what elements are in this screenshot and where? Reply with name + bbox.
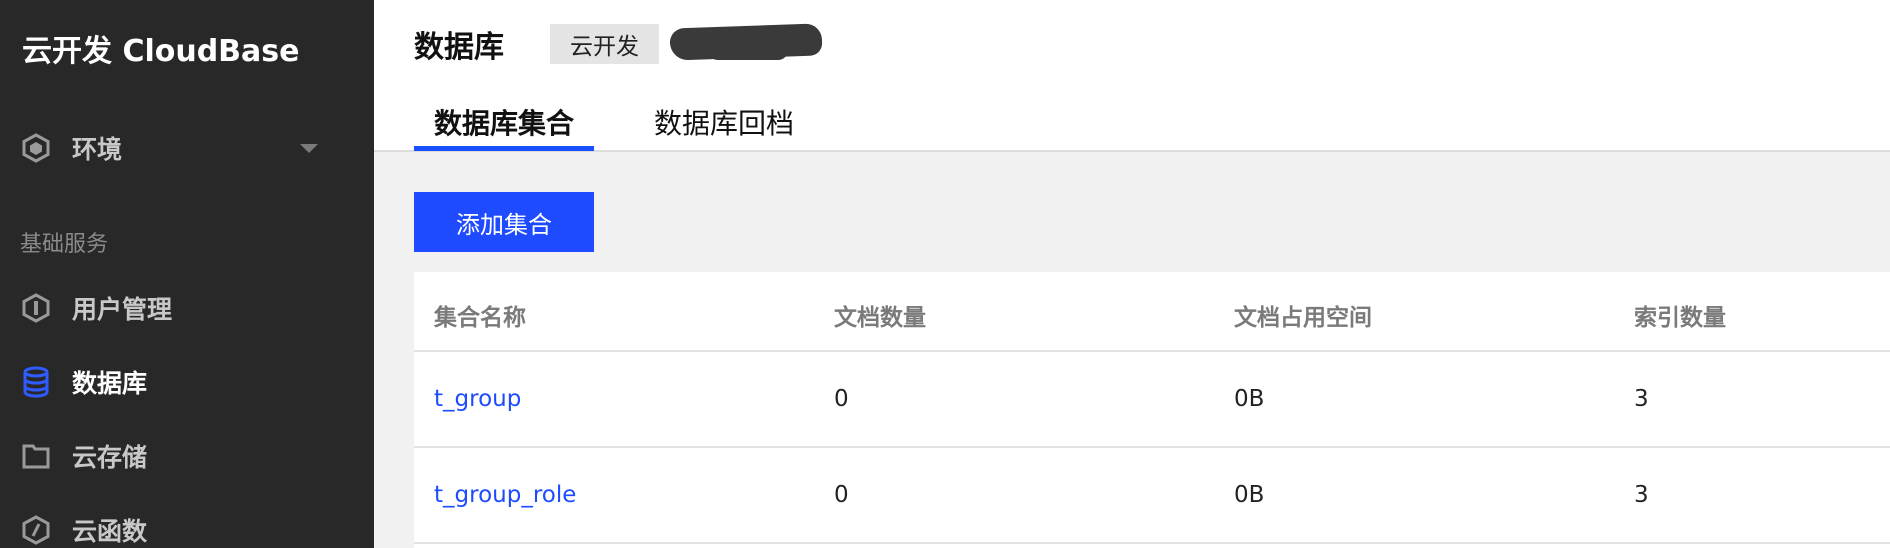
function-icon bbox=[20, 514, 52, 546]
redacted-env-id-mark bbox=[708, 40, 788, 60]
tab-rollback[interactable]: 数据库回档 bbox=[654, 102, 794, 142]
size-cell: 0B bbox=[1234, 482, 1265, 508]
tab-collections[interactable]: 数据库集合 bbox=[434, 102, 574, 142]
database-icon bbox=[20, 366, 52, 398]
column-header-doc-count: 文档数量 bbox=[834, 305, 926, 331]
column-header-size: 文档占用空间 bbox=[1234, 305, 1372, 331]
doc-count-cell: 0 bbox=[834, 482, 849, 508]
main-content: 数据库 云开发 数据库集合 数据库回档 添加集合 集合名称 文档数量 文档占用空… bbox=[374, 0, 1890, 548]
page-header: 数据库 云开发 数据库集合 数据库回档 bbox=[374, 0, 1890, 152]
column-header-index-count: 索引数量 bbox=[1634, 305, 1726, 331]
sidebar: 云开发 CloudBase 环境 基础服务 用户管理 数据库 云存储 云函数 bbox=[0, 0, 374, 548]
brand-title: 云开发 CloudBase bbox=[22, 34, 300, 69]
sidebar-item-storage[interactable]: 云存储 bbox=[0, 426, 374, 486]
sidebar-item-database[interactable]: 数据库 bbox=[0, 352, 374, 412]
sidebar-item-label: 数据库 bbox=[72, 369, 148, 398]
sidebar-item-user-management[interactable]: 用户管理 bbox=[0, 278, 374, 338]
sidebar-item-functions[interactable]: 云函数 bbox=[0, 500, 374, 548]
user-shield-icon bbox=[20, 292, 52, 324]
column-header-name: 集合名称 bbox=[434, 305, 526, 331]
active-tab-indicator bbox=[414, 146, 594, 151]
page-title: 数据库 bbox=[414, 30, 504, 65]
hexagon-icon bbox=[20, 132, 52, 164]
index-count-cell: 3 bbox=[1634, 386, 1649, 412]
size-cell: 0B bbox=[1234, 386, 1265, 412]
table-header: 集合名称 文档数量 文档占用空间 索引数量 bbox=[414, 272, 1890, 352]
collection-name-link[interactable]: t_group_role bbox=[434, 482, 576, 508]
index-count-cell: 3 bbox=[1634, 482, 1649, 508]
table-row[interactable]: t_group_role 0 0B 3 bbox=[414, 448, 1890, 544]
sidebar-item-label: 用户管理 bbox=[72, 295, 173, 324]
sidebar-item-label: 云存储 bbox=[72, 443, 148, 472]
env-selector[interactable]: 环境 bbox=[0, 118, 374, 178]
add-collection-button[interactable]: 添加集合 bbox=[414, 192, 594, 252]
collections-table: 集合名称 文档数量 文档占用空间 索引数量 t_group 0 0B 3 t_g… bbox=[414, 272, 1890, 548]
sidebar-item-label: 云函数 bbox=[72, 517, 148, 546]
chevron-down-icon bbox=[300, 144, 318, 153]
doc-count-cell: 0 bbox=[834, 386, 849, 412]
section-title: 基础服务 bbox=[20, 232, 109, 257]
folder-icon bbox=[20, 440, 52, 472]
env-chip: 云开发 bbox=[550, 24, 659, 64]
collection-name-link[interactable]: t_group bbox=[434, 386, 521, 412]
table-row[interactable]: t_group 0 0B 3 bbox=[414, 352, 1890, 448]
env-label: 环境 bbox=[72, 135, 123, 164]
